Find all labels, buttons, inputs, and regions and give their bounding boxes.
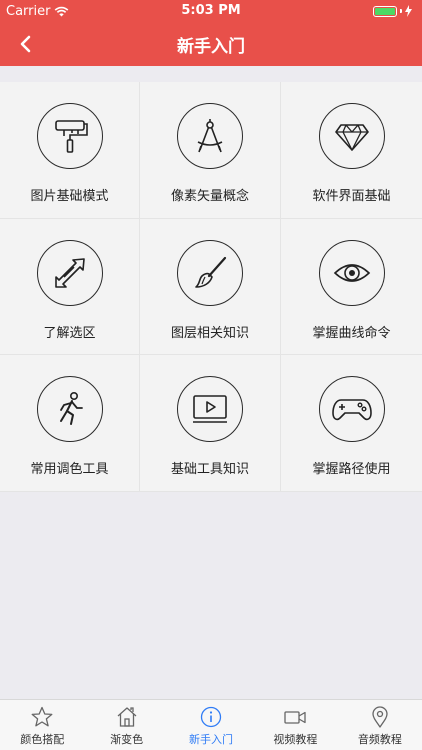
grid-item-label: 图层相关知识	[170, 325, 249, 341]
video-camera-icon	[284, 711, 307, 724]
gamepad-icon	[331, 399, 372, 421]
tab-label: 新手入门	[189, 733, 234, 746]
grid-item-ui-basics[interactable]: 软件界面基础	[281, 82, 422, 219]
tutorial-grid: 图片基础模式 像素矢量概念 软件界面基础 了解选区 图层相关知识 掌握曲线命令 …	[0, 82, 422, 492]
diamond-icon	[334, 124, 369, 151]
paintbrush-icon	[195, 256, 227, 288]
info-icon	[200, 706, 222, 728]
resize-arrows-icon	[54, 257, 85, 288]
tab-beginner[interactable]: 新手入门	[169, 700, 253, 750]
grid-item-paths[interactable]: 掌握路径使用	[281, 355, 422, 492]
navigation-bar: 新手入门	[0, 22, 422, 66]
grid-item-label: 软件界面基础	[312, 189, 391, 204]
tab-audio-tutorial[interactable]: 音频教程	[338, 700, 422, 750]
top-bar: Carrier 5:03 PM 新手入门	[0, 0, 422, 66]
page-title: 新手入门	[177, 37, 245, 57]
star-icon	[31, 706, 53, 727]
status-time: 5:03 PM	[181, 3, 241, 18]
grid-item-basic-tools[interactable]: 基础工具知识	[140, 355, 281, 492]
compass-icon	[197, 119, 223, 153]
status-bar: Carrier 5:03 PM	[0, 0, 422, 22]
grid-item-layers[interactable]: 图层相关知识	[140, 218, 281, 356]
location-pin-icon	[372, 706, 388, 728]
tab-bar: 颜色搭配 渐变色 新手入门 视频教程 音频教程	[0, 699, 422, 750]
tab-label: 渐变色	[110, 733, 144, 746]
video-screen-icon	[193, 395, 227, 423]
battery-icon	[373, 5, 412, 17]
eye-icon	[333, 263, 370, 282]
tab-label: 颜色搭配	[20, 733, 65, 746]
tab-gradient[interactable]: 渐变色	[84, 700, 168, 750]
tab-label: 视频教程	[273, 733, 318, 746]
grid-item-color-tools[interactable]: 常用调色工具	[0, 355, 140, 492]
grid-item-curves[interactable]: 掌握曲线命令	[281, 218, 422, 356]
grid-item-label: 掌握曲线命令	[312, 325, 391, 341]
tab-video-tutorial[interactable]: 视频教程	[253, 700, 337, 750]
grid-item-label: 常用调色工具	[30, 462, 109, 478]
tab-label: 音频教程	[357, 733, 402, 746]
grid-item-image-basics[interactable]: 图片基础模式	[0, 82, 140, 219]
paint-roller-icon	[54, 120, 88, 153]
grid-item-label: 掌握路径使用	[312, 462, 391, 478]
charging-bolt-icon	[405, 5, 412, 17]
tab-color-matching[interactable]: 颜色搭配	[0, 700, 84, 750]
grid-item-label: 了解选区	[43, 325, 96, 341]
grid-item-label: 基础工具知识	[170, 462, 249, 478]
running-person-icon	[59, 392, 83, 426]
grid-item-selection[interactable]: 了解选区	[0, 218, 140, 356]
grid-item-pixel-vector[interactable]: 像素矢量概念	[140, 82, 281, 219]
home-icon	[117, 707, 137, 727]
grid-item-label: 图片基础模式	[30, 189, 109, 204]
grid-item-label: 像素矢量概念	[170, 189, 249, 204]
